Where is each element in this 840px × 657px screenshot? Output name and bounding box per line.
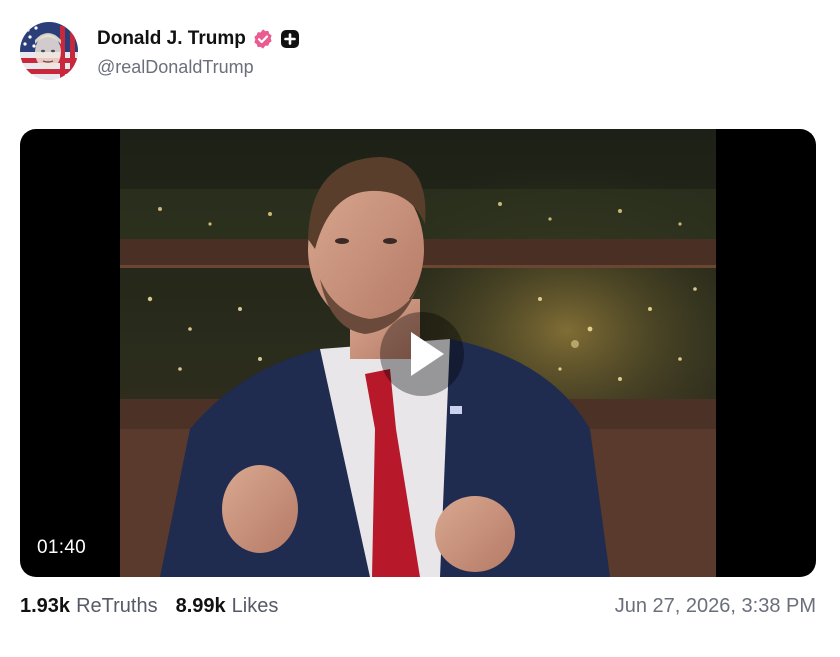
- video-player[interactable]: 01:40: [20, 129, 816, 577]
- play-icon[interactable]: [380, 312, 464, 396]
- video-duration: 01:40: [37, 537, 87, 558]
- avatar-image: [20, 22, 78, 80]
- likes-label: Likes: [231, 594, 279, 617]
- avatar[interactable]: [20, 22, 78, 80]
- retruths-stat[interactable]: 1.93k ReTruths: [20, 595, 158, 618]
- author-names: Donald J. Trump @realDonaldTrump: [97, 25, 300, 78]
- post-header: Donald J. Trump @realDonaldTrump: [20, 20, 300, 82]
- likes-stat[interactable]: 8.99k Likes: [176, 595, 279, 618]
- author-display-name[interactable]: Donald J. Trump: [97, 28, 246, 50]
- verified-badge-icon: [254, 28, 272, 49]
- post-footer: 1.93k ReTruths 8.99k Likes Jun 27, 2026,…: [20, 592, 816, 620]
- likes-count: 8.99k: [175, 594, 226, 617]
- retruths-count: 1.93k: [20, 594, 71, 617]
- plus-badge-icon: [280, 29, 299, 48]
- post-timestamp[interactable]: Jun 27, 2026, 3:38 PM: [615, 595, 816, 618]
- retruths-label: ReTruths: [76, 594, 158, 617]
- name-row: Donald J. Trump: [97, 25, 300, 53]
- author-handle[interactable]: @realDonaldTrump: [97, 57, 300, 78]
- truth-post: Donald J. Trump @realDonaldTrump 01:40 1…: [0, 0, 840, 657]
